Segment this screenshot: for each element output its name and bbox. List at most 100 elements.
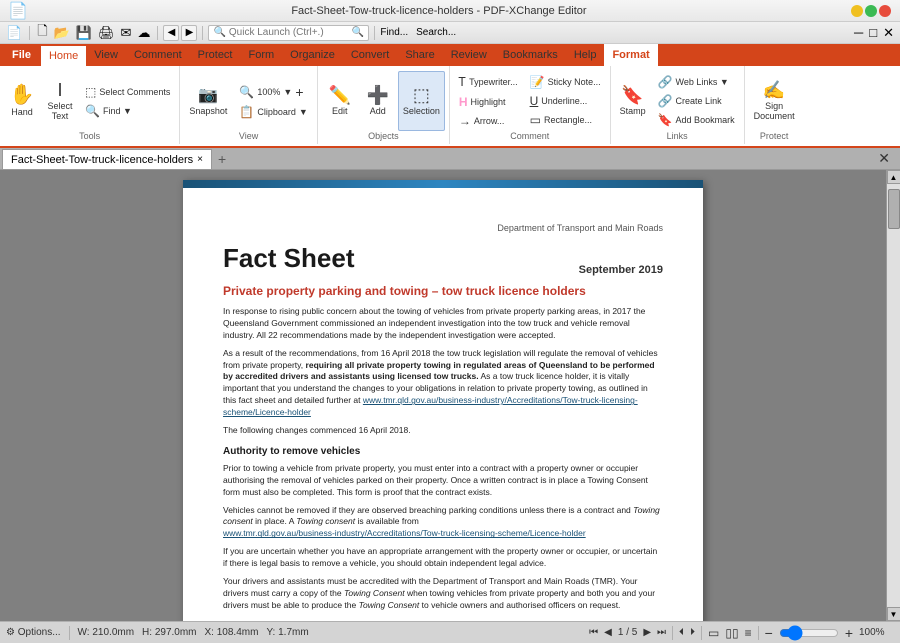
scroll-up-btn[interactable]: ▲ bbox=[887, 170, 900, 184]
doc-tab-active[interactable]: Fact-Sheet-Tow-truck-licence-holders × bbox=[2, 149, 212, 169]
single-page-icon[interactable]: ▭ bbox=[708, 626, 719, 640]
search-label[interactable]: Search... bbox=[416, 27, 456, 38]
new-icon[interactable]: 🗋 bbox=[35, 21, 49, 45]
typewriter-icon: Ꭲ bbox=[459, 75, 466, 90]
close-icon[interactable]: ✕ bbox=[881, 24, 896, 42]
add-btn[interactable]: ➕ Add bbox=[360, 71, 396, 131]
ribbon: ✋ Hand I SelectText ⬚ Select Comments 🔍 … bbox=[0, 66, 900, 148]
prev-page-btn[interactable]: ◀ bbox=[604, 627, 612, 638]
open-icon[interactable]: 📂 bbox=[52, 24, 72, 42]
edit-btn[interactable]: ✏️ Edit bbox=[322, 71, 358, 131]
zoom-out-btn[interactable]: − bbox=[765, 625, 773, 641]
nav-fwd-btn[interactable]: ▶ bbox=[181, 25, 197, 41]
snapshot-btn[interactable]: 📷 Snapshot bbox=[184, 73, 232, 131]
menu-form[interactable]: Form bbox=[241, 44, 283, 66]
sticky-note-btn[interactable]: 📝 Sticky Note... bbox=[525, 73, 606, 91]
highlight-label: Highlight bbox=[471, 97, 506, 107]
arrow-btn[interactable]: → Arrow... bbox=[454, 112, 523, 130]
scroll-thumb[interactable] bbox=[888, 189, 900, 229]
doc-tab-bar: Fact-Sheet-Tow-truck-licence-holders × +… bbox=[0, 148, 900, 170]
menu-bookmarks[interactable]: Bookmarks bbox=[495, 44, 566, 66]
menu-home[interactable]: Home bbox=[41, 44, 86, 66]
double-page-icon[interactable]: ▯▯ bbox=[725, 626, 738, 640]
zoom-plus-btn[interactable]: + bbox=[295, 84, 303, 100]
menu-file[interactable]: File bbox=[2, 44, 41, 66]
underline-btn[interactable]: U Underline... bbox=[525, 92, 606, 110]
rectangle-icon: ▭ bbox=[530, 113, 541, 127]
close-doc-btn[interactable]: ✕ bbox=[870, 148, 898, 169]
scroll-icon[interactable]: ≡ bbox=[745, 626, 752, 640]
menu-comment[interactable]: Comment bbox=[126, 44, 190, 66]
doc-tab-close-btn[interactable]: × bbox=[197, 154, 203, 165]
menu-organize[interactable]: Organize bbox=[282, 44, 343, 66]
scrollbar-right[interactable]: ▲ ▼ bbox=[886, 170, 900, 621]
first-page-btn[interactable]: ⏮ bbox=[589, 627, 598, 638]
view-label: View bbox=[239, 131, 258, 142]
maximize-icon[interactable]: □ bbox=[867, 24, 879, 41]
select-comments-btn[interactable]: ⬚ Select Comments bbox=[80, 83, 175, 101]
sign-document-btn[interactable]: ✍️ SignDocument bbox=[749, 71, 800, 131]
create-link-btn[interactable]: 🔗 Create Link bbox=[653, 92, 740, 110]
window-title: Fact-Sheet-Tow-truck-licence-holders - P… bbox=[36, 5, 842, 17]
last-page-btn[interactable]: ⏭ bbox=[657, 627, 666, 638]
pdf-body: In response to rising public concern abo… bbox=[223, 306, 663, 612]
rectangle-btn[interactable]: ▭ Rectangle... bbox=[525, 111, 606, 129]
hand-tool-btn[interactable]: ✋ Hand bbox=[4, 71, 40, 131]
back-page-icon[interactable]: ⏴ bbox=[679, 627, 684, 638]
select-comments-label: Select Comments bbox=[99, 87, 170, 97]
protect-label: Protect bbox=[760, 131, 789, 142]
clipboard-btn[interactable]: 📋 Clipboard ▼ bbox=[234, 103, 312, 121]
menu-convert[interactable]: Convert bbox=[343, 44, 398, 66]
pdf-logo-area: Department of Transport and Main Roads bbox=[223, 218, 663, 233]
menu-view[interactable]: View bbox=[86, 44, 126, 66]
fact-sheet-title: Fact Sheet bbox=[223, 243, 355, 274]
menu-help[interactable]: Help bbox=[566, 44, 605, 66]
rectangle-label: Rectangle... bbox=[544, 115, 592, 125]
zoom-level-btn[interactable]: 🔍 100% ▼ + bbox=[234, 82, 312, 102]
stamp-btn[interactable]: 🔖 Stamp bbox=[615, 71, 651, 131]
add-bookmark-btn[interactable]: 🔖 Add Bookmark bbox=[653, 111, 740, 129]
pdf-para6: If you are uncertain whether you have an… bbox=[223, 546, 663, 570]
selection-btn[interactable]: ⬚ Selection bbox=[398, 71, 445, 131]
zoom-in-btn[interactable]: + bbox=[845, 625, 853, 641]
find-label[interactable]: Find... bbox=[380, 27, 408, 38]
clipboard-icon: 📋 bbox=[239, 105, 254, 119]
new-tab-btn[interactable]: + bbox=[212, 149, 232, 169]
scroll-down-btn[interactable]: ▼ bbox=[887, 607, 900, 621]
links-label: Links bbox=[667, 131, 688, 142]
nav-back-btn[interactable]: ◀ bbox=[163, 25, 179, 41]
menu-protect[interactable]: Protect bbox=[190, 44, 241, 66]
menu-share[interactable]: Share bbox=[397, 44, 442, 66]
find-btn[interactable]: 🔍 Find ▼ bbox=[80, 102, 175, 120]
select-text-btn[interactable]: I SelectText bbox=[42, 71, 78, 131]
title-bar: 📄 Fact-Sheet-Tow-truck-licence-holders -… bbox=[0, 0, 900, 22]
fwd-page-icon[interactable]: ⏵ bbox=[690, 627, 695, 638]
find-icon: 🔍 bbox=[85, 104, 100, 118]
pdf-area: Department of Transport and Main Roads F… bbox=[0, 170, 886, 621]
typewriter-btn[interactable]: Ꭲ Typewriter... bbox=[454, 73, 523, 92]
options-btn[interactable]: ⚙ Options... bbox=[6, 627, 61, 638]
scroll-track[interactable] bbox=[887, 184, 900, 607]
ribbon-group-view: 📷 Snapshot 🔍 100% ▼ + 📋 Clipboard ▼ View bbox=[180, 66, 317, 144]
web-links-btn[interactable]: 🔗 Web Links ▼ bbox=[653, 73, 740, 91]
comment-group-label: Comment bbox=[510, 131, 549, 142]
sign-icon: ✍️ bbox=[763, 81, 785, 99]
snapshot-label: Snapshot bbox=[189, 106, 227, 116]
highlight-btn[interactable]: H Highlight bbox=[454, 93, 523, 111]
menu-review[interactable]: Review bbox=[443, 44, 495, 66]
quick-search-box[interactable]: 🔍 🔍 bbox=[208, 25, 369, 41]
add-icon: ➕ bbox=[367, 86, 389, 104]
email-icon[interactable]: ✉ bbox=[119, 24, 134, 42]
zoom-slider[interactable] bbox=[779, 627, 839, 639]
next-page-btn[interactable]: ▶ bbox=[643, 627, 651, 638]
print-icon[interactable]: 🖨 bbox=[96, 24, 117, 42]
minimize-icon[interactable]: ─ bbox=[852, 24, 865, 41]
search-input[interactable] bbox=[229, 27, 349, 38]
search-btn[interactable]: 🔍 bbox=[352, 27, 364, 38]
create-link-label: Create Link bbox=[676, 96, 722, 106]
nav-arrows: ◀ ▶ bbox=[163, 25, 197, 41]
create-link-icon: 🔗 bbox=[658, 94, 673, 108]
menu-format[interactable]: Format bbox=[604, 44, 657, 66]
cloud-icon[interactable]: ☁ bbox=[135, 24, 152, 42]
save-icon[interactable]: 💾 bbox=[74, 24, 94, 42]
